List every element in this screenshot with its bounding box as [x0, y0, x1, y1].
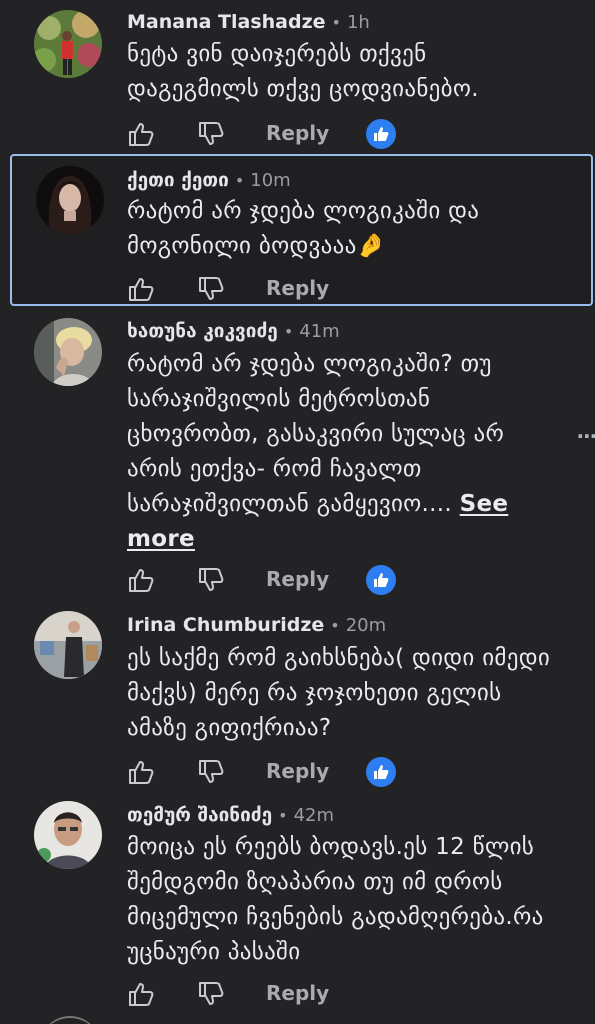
more-options-icon[interactable]: ⋯ [577, 424, 595, 448]
reply-button[interactable]: Reply [266, 567, 329, 591]
comment-actions: Reply [126, 274, 406, 304]
comment-text-content: რატომ არ ჯდება ლოგიკაში? თუ სარაჯიშვილის… [127, 351, 505, 517]
reply-button[interactable]: Reply [266, 759, 329, 783]
thumbs-down-icon[interactable] [196, 274, 226, 304]
avatar[interactable] [40, 1016, 100, 1024]
separator-dot: • [283, 322, 294, 341]
avatar[interactable] [34, 10, 102, 78]
author-name[interactable]: ქეთი ქეთი [127, 169, 229, 191]
comment-text: რატომ არ ჯდება ლოგიკაში? თუ სარაჯიშვილის… [127, 347, 552, 557]
thumbs-down-icon[interactable] [196, 119, 226, 149]
timestamp[interactable]: 41m [299, 321, 339, 342]
comment-item: ხათუნა კიკვიძე • 41m რატომ არ ჯდება ლოგიკა… [0, 310, 595, 600]
comment-actions: Reply [126, 119, 406, 149]
comment-actions: Reply [126, 565, 406, 595]
avatar[interactable] [36, 166, 104, 234]
thumbs-up-icon[interactable] [126, 119, 156, 149]
separator-dot: • [330, 616, 340, 635]
comment-item: Irina Chumburidze • 20m ეს საქმე რომ გაიხს… [0, 603, 595, 793]
comment-text: ნეტა ვინ დაიჯერებს თქვენ დაგეგმილს თქვე … [127, 41, 479, 102]
comment-item: თემურ შაინიძე • 42m მოიცა ეს რეებს ბოდავს.… [0, 793, 595, 1015]
timestamp[interactable]: 10m [250, 170, 290, 191]
comment-header: ქეთი ქეთი • 10m [127, 169, 291, 191]
comment-text: რატომ არ ჯდება ლოგიკაში და მოგონილი ბოდვ… [127, 198, 480, 259]
avatar[interactable] [34, 318, 102, 386]
author-name[interactable]: Manana Tlashadze [127, 11, 326, 33]
thumbs-down-icon[interactable] [196, 757, 226, 787]
separator-dot: • [331, 13, 341, 32]
separator-dot: • [278, 806, 288, 825]
comment-item-highlighted: ქეთი ქეთი • 10m რატომ არ ჯდება ლოგიკაში და… [10, 154, 593, 306]
timestamp[interactable]: 20m [346, 615, 386, 636]
thumbs-down-icon[interactable] [196, 979, 226, 1009]
separator-dot: • [234, 171, 245, 190]
avatar[interactable] [34, 611, 102, 679]
thumbs-up-icon[interactable] [126, 565, 156, 595]
reply-button[interactable]: Reply [266, 121, 329, 145]
author-name[interactable]: ხათუნა კიკვიძე [127, 320, 278, 342]
timestamp[interactable]: 1h [347, 12, 370, 33]
comment-text: მოიცა ეს რეებს ბოდავს.ეს 12 წლის შემდგომ… [127, 834, 544, 965]
reply-button[interactable]: Reply [266, 276, 329, 300]
reply-button[interactable]: Reply [266, 981, 329, 1005]
like-reaction-icon[interactable] [366, 119, 396, 149]
thumbs-up-icon[interactable] [126, 757, 156, 787]
comment-header: Manana Tlashadze • 1h [127, 11, 370, 33]
avatar[interactable] [34, 801, 102, 869]
author-name[interactable]: Irina Chumburidze [127, 614, 324, 636]
comment-header: თემურ შაინიძე • 42m [127, 804, 334, 826]
timestamp[interactable]: 42m [294, 805, 334, 826]
like-reaction-icon[interactable] [366, 565, 396, 595]
thumbs-down-icon[interactable] [196, 565, 226, 595]
comment-item: Manana Tlashadze • 1h ნეტა ვინ დაიჯერებს თ… [0, 0, 595, 150]
thumbs-up-icon[interactable] [126, 979, 156, 1009]
author-name[interactable]: თემურ შაინიძე [127, 804, 272, 826]
like-reaction-icon[interactable] [366, 757, 396, 787]
comment-text: ეს საქმე რომ გაიხსნება( დიდი იმედი მაქვს… [127, 645, 551, 741]
comment-actions: Reply [126, 979, 406, 1009]
comment-header: Irina Chumburidze • 20m [127, 614, 386, 636]
comment-feed: Manana Tlashadze • 1h ნეტა ვინ დაიჯერებს თ… [0, 0, 595, 1024]
thumbs-up-icon[interactable] [126, 274, 156, 304]
comment-header: ხათუნა კიკვიძე • 41m [127, 320, 340, 342]
comment-actions: Reply [126, 757, 406, 787]
